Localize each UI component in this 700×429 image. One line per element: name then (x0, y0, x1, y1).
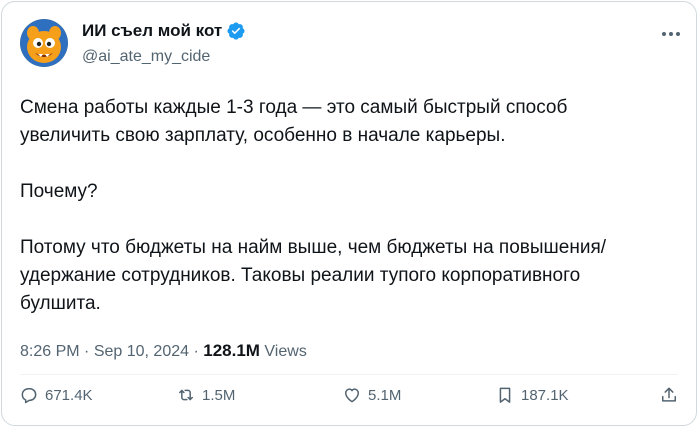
tweet-line: Потому что бюджеты на найм выше, чем бюд… (20, 237, 607, 258)
tweet-time[interactable]: 8:26 PM (20, 343, 80, 360)
tweet-line: булшита. (20, 293, 101, 314)
bookmark-count: 187.1K (521, 386, 569, 404)
more-dots-icon (660, 29, 681, 46)
action-bar: 671.4K 1.5M 5.1M 187.1K (2, 385, 698, 415)
tweet-date[interactable]: Sep 10, 2024 (94, 343, 189, 360)
views-count[interactable]: 128.1M (203, 341, 260, 360)
retweet-count: 1.5M (202, 386, 236, 404)
views-label[interactable]: Views (264, 343, 306, 360)
tweet-card: ИИ съел мой кот @ai_ate_my_cide Смена ра… (1, 1, 697, 426)
like-button[interactable]: 5.1M (342, 385, 401, 405)
reply-icon (21, 388, 37, 404)
tweet-line: Смена работы каждые 1-3 года — это самый… (20, 97, 568, 118)
cartoon-creature-avatar-icon (20, 19, 68, 67)
share-icon (662, 387, 676, 402)
tweet-line: увеличить свою зарплату, особенно в нача… (20, 125, 506, 146)
tweet-line: удержание сотрудников. Таковы реалии туп… (20, 265, 581, 286)
reply-count: 671.4K (45, 386, 93, 404)
bookmark-button[interactable]: 187.1K (495, 385, 569, 405)
author-name-row[interactable]: ИИ съел мой кот (82, 21, 246, 41)
like-icon (345, 388, 359, 403)
tweet-line: Почему? (20, 181, 98, 202)
reply-button[interactable]: 671.4K (19, 385, 93, 405)
retweet-icon (179, 389, 193, 401)
like-count: 5.1M (368, 386, 402, 404)
divider (20, 374, 678, 375)
tweet-text: Смена работы каждые 1-3 года — это самый… (20, 94, 685, 318)
retweet-button[interactable]: 1.5M (176, 385, 235, 405)
tweet-meta: 8:26 PM · Sep 10, 2024 · 128.1M Views (20, 341, 307, 361)
bookmark-icon (499, 387, 511, 403)
author-display-name[interactable]: ИИ съел мой кот (82, 21, 222, 41)
share-button[interactable] (659, 385, 685, 405)
meta-separator: · (193, 343, 199, 360)
author-handle[interactable]: @ai_ate_my_cide (82, 48, 210, 66)
verified-badge-icon (226, 21, 246, 41)
more-options-button[interactable] (660, 26, 682, 42)
avatar[interactable] (20, 19, 68, 67)
meta-separator: · (84, 343, 90, 360)
